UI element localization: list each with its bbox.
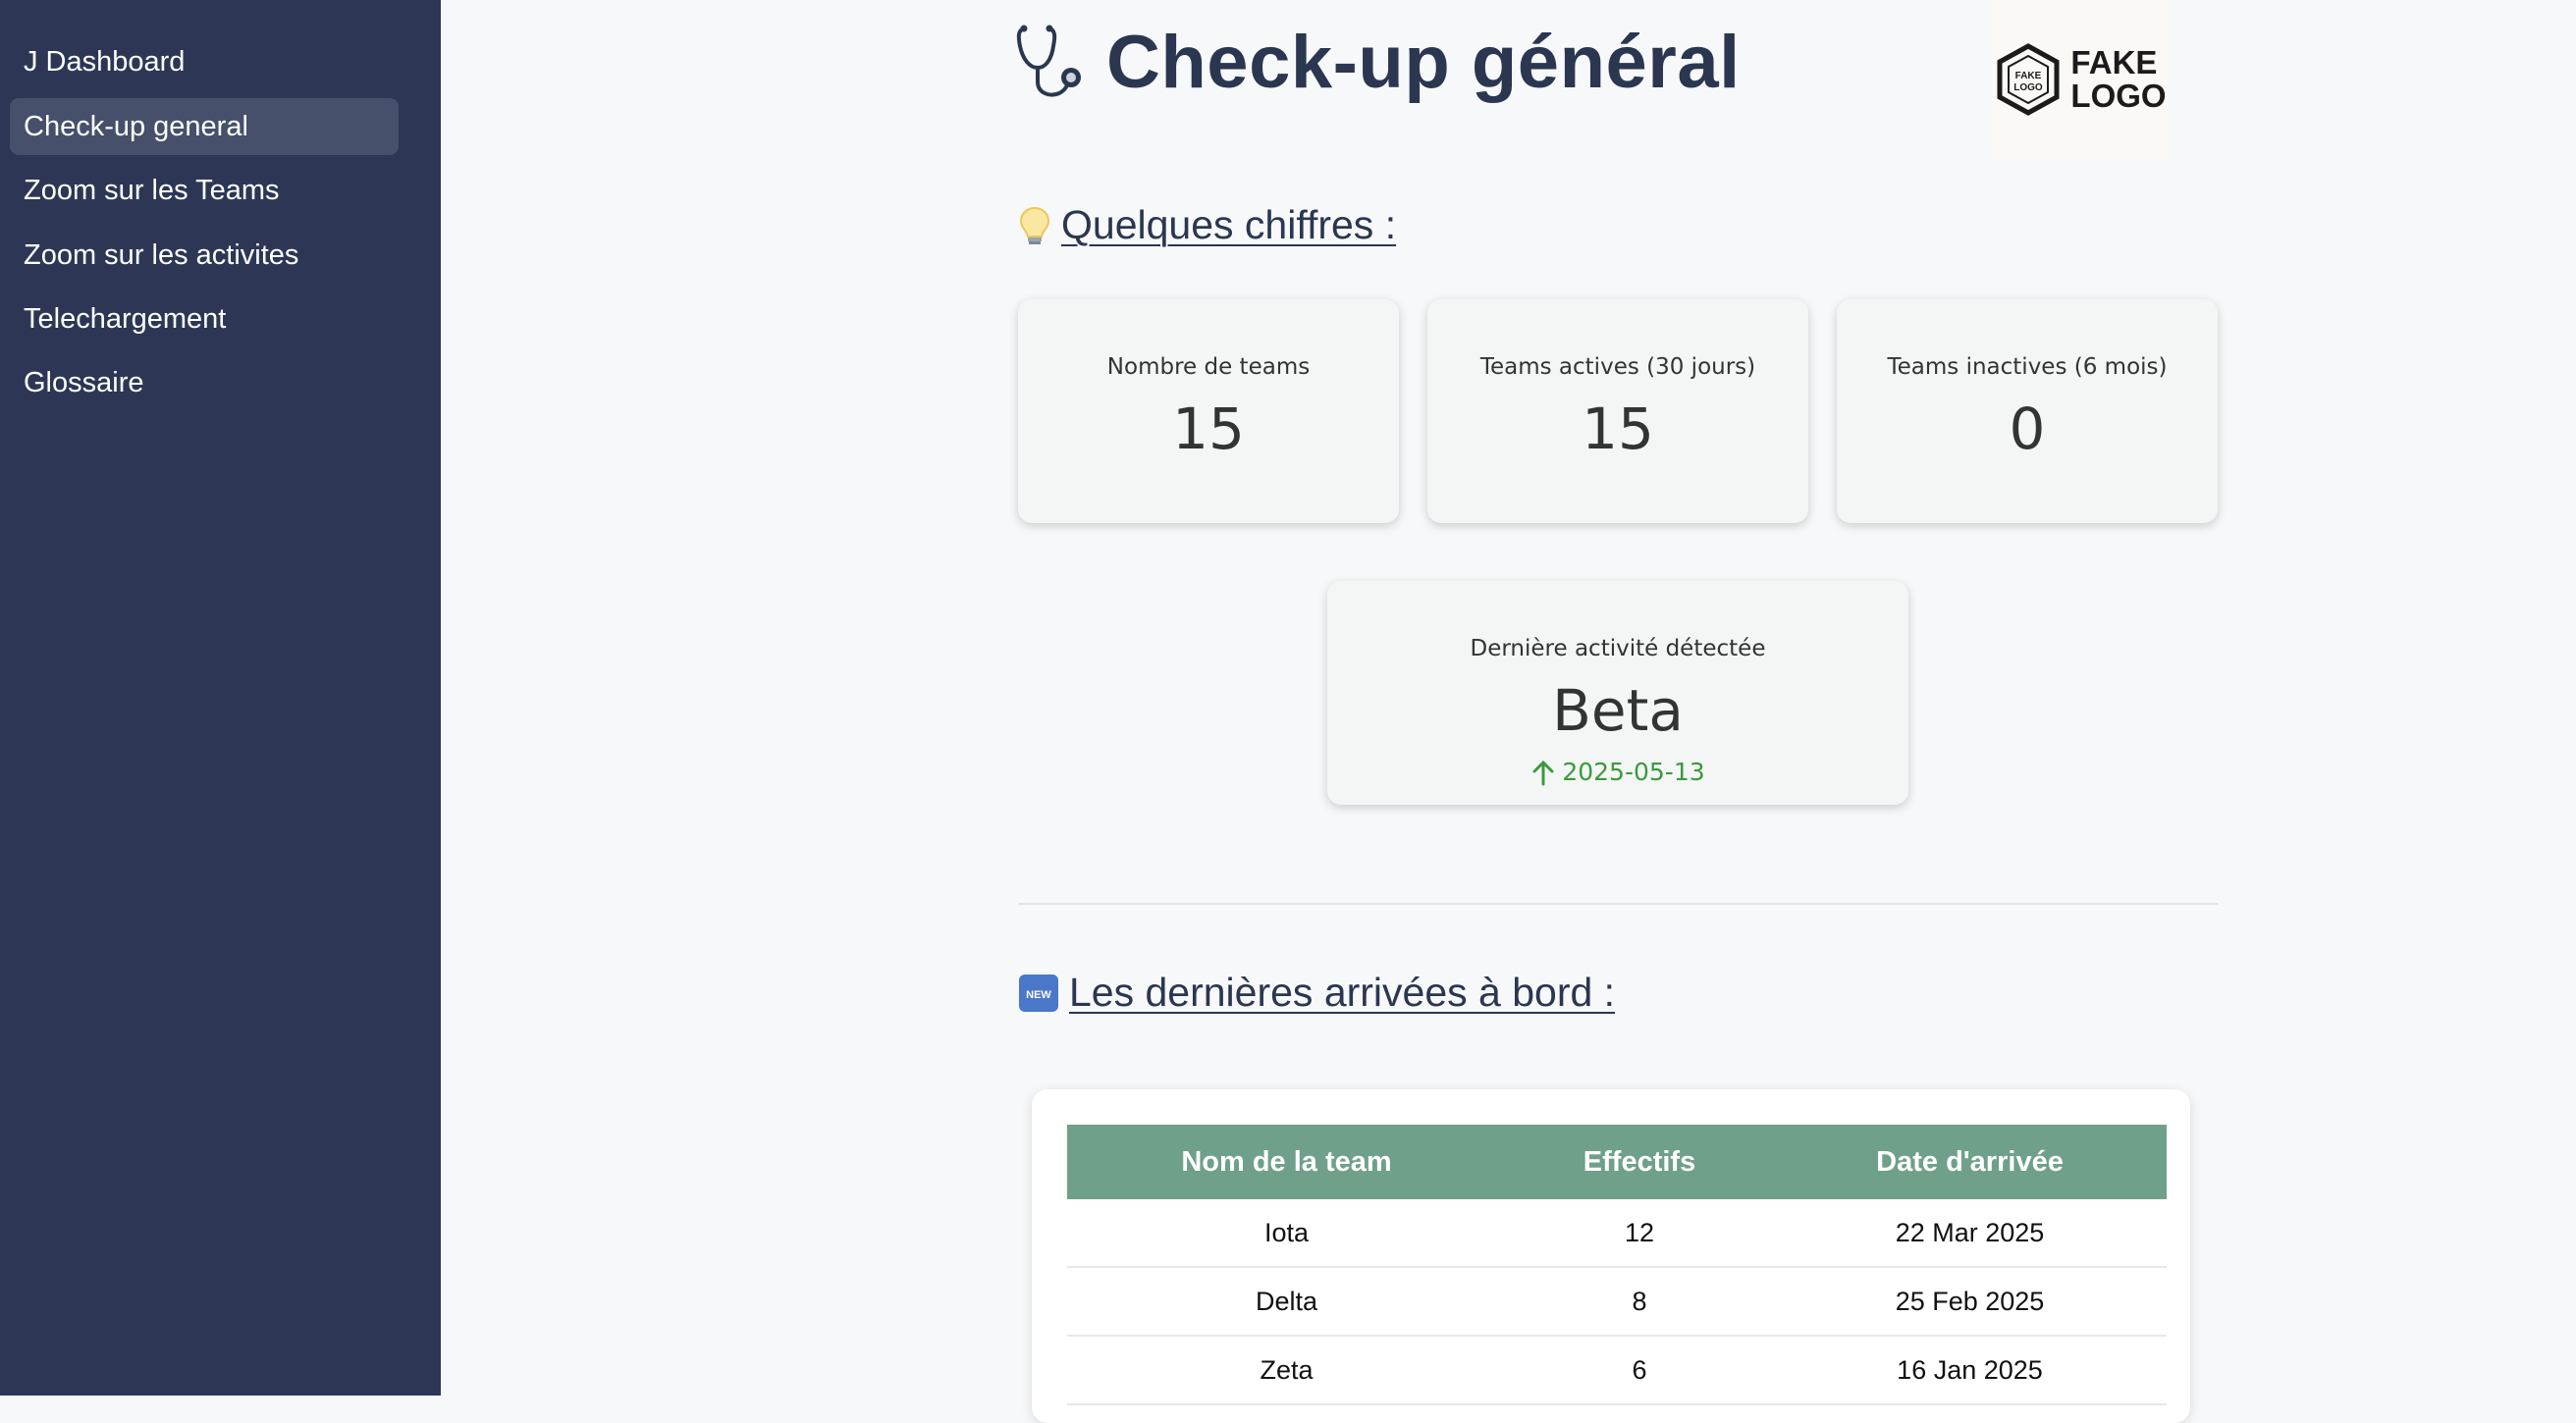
table-row: Iota 12 22 Mar 2025 — [1067, 1199, 2167, 1268]
svg-text:NEW: NEW — [1026, 989, 1051, 1001]
metric-label: Teams actives (30 jours) — [1479, 354, 1756, 380]
sidebar: J Dashboard Check-up general Zoom sur le… — [0, 0, 441, 1396]
metric-label: Nombre de teams — [1106, 354, 1311, 380]
table-cell: 12 — [1506, 1199, 1773, 1268]
sidebar-item-zoom-teams[interactable]: Zoom sur les Teams — [10, 162, 399, 219]
sidebar-item-telechargement[interactable]: Telechargement — [10, 290, 399, 347]
metric-delta: 2025-05-13 — [1327, 758, 1908, 786]
metric-delta-text: 2025-05-13 — [1562, 758, 1705, 786]
table-cell: 25 Feb 2025 — [1773, 1267, 2167, 1337]
lightbulb-icon — [1018, 205, 1051, 246]
metric-card-teams-inactives: Teams inactives (6 mois) 0 — [1837, 299, 2218, 523]
svg-text:LOGO: LOGO — [2014, 82, 2044, 93]
table-cell: 22 Mar 2025 — [1773, 1199, 2167, 1268]
metric-value: 0 — [2009, 395, 2046, 462]
metric-card-teams-actives: Teams actives (30 jours) 15 — [1427, 299, 1808, 523]
arrow-up-icon — [1532, 760, 1554, 785]
column-header-date[interactable]: Date d'arrivée — [1773, 1125, 2167, 1199]
figures-heading: Quelques chiffres : — [1018, 202, 1396, 248]
new-badge-icon: NEW — [1018, 974, 1059, 1013]
main-content: Check-up général FAKE LOGO FAKE LOGO Que… — [441, 0, 2576, 1423]
sidebar-item-zoom-activites[interactable]: Zoom sur les activites — [10, 227, 399, 284]
logo-hexagon-icon: FAKE LOGO — [1997, 43, 2060, 116]
metric-label: Teams inactives (6 mois) — [1887, 354, 2168, 380]
svg-text:FAKE: FAKE — [2015, 71, 2042, 81]
table-cell: 8 — [1506, 1267, 1773, 1337]
table-cell: 6 — [1506, 1336, 1773, 1405]
table-header-row: Nom de la team Effectifs Date d'arrivée — [1067, 1125, 2167, 1199]
metric-value: Beta — [1552, 677, 1684, 744]
sidebar-item-dashboard[interactable]: J Dashboard — [10, 33, 399, 90]
arrivals-table-card: Nom de la team Effectifs Date d'arrivée … — [1032, 1089, 2190, 1423]
table-row: Delta 8 25 Feb 2025 — [1067, 1267, 2167, 1337]
metric-label: Dernière activité détectée — [1470, 636, 1766, 661]
page-title: Check-up général — [1106, 20, 1741, 104]
sidebar-item-glossaire[interactable]: Glossaire — [10, 354, 399, 411]
table-cell: 16 Jan 2025 — [1773, 1336, 2167, 1405]
sidebar-item-checkup-general[interactable]: Check-up general — [10, 98, 399, 155]
table-cell: Iota — [1067, 1199, 1506, 1268]
section-divider — [1018, 903, 2218, 905]
table-cell: Delta — [1067, 1267, 1506, 1337]
metric-value: 15 — [1172, 395, 1245, 462]
logo-wordmark: FAKE LOGO — [2070, 46, 2166, 113]
arrivals-heading-text: Les dernières arrivées à bord : — [1069, 970, 1616, 1015]
table-cell: Zeta — [1067, 1336, 1506, 1405]
metric-value: 15 — [1582, 395, 1654, 462]
column-header-nom[interactable]: Nom de la team — [1067, 1125, 1506, 1199]
fake-logo: FAKE LOGO FAKE LOGO — [1992, 0, 2169, 159]
arrivals-heading: NEW Les dernières arrivées à bord : — [1018, 970, 1615, 1016]
metric-card-derniere-activite: Dernière activité détectée Beta 2025-05-… — [1327, 581, 1908, 805]
page-header: Check-up général — [1014, 18, 1741, 106]
column-header-effectifs[interactable]: Effectifs — [1506, 1125, 1773, 1199]
figures-heading-text: Quelques chiffres : — [1061, 202, 1397, 247]
table-row: Zeta 6 16 Jan 2025 — [1067, 1336, 2167, 1405]
logo-word-1: FAKE — [2070, 44, 2158, 80]
stethoscope-icon — [1014, 23, 1089, 101]
logo-word-2: LOGO — [2070, 78, 2167, 114]
metric-card-nombre-teams: Nombre de teams 15 — [1018, 299, 1399, 523]
arrivals-table: Nom de la team Effectifs Date d'arrivée … — [1067, 1125, 2167, 1405]
